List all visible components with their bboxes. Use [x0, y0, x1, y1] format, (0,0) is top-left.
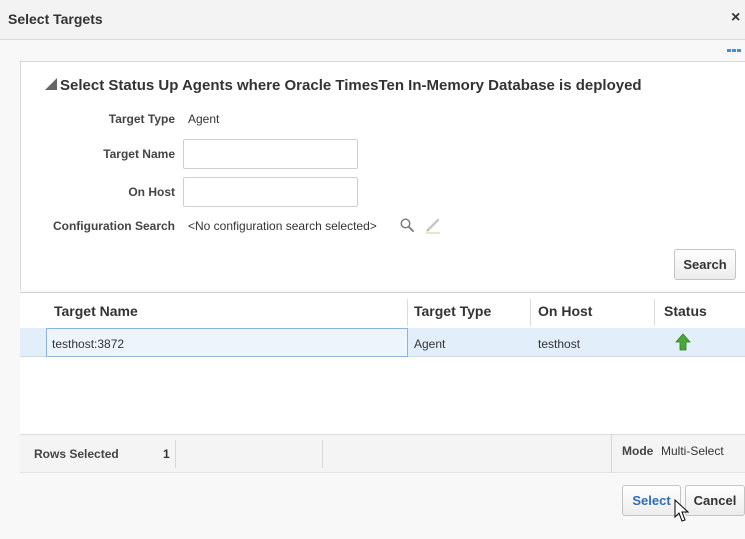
- on-host-label: On Host: [128, 185, 175, 199]
- footer-divider: [175, 440, 176, 468]
- target-type-value: Agent: [188, 112, 220, 126]
- mode-value: Multi-Select: [661, 444, 724, 458]
- rows-selected-label: Rows Selected: [34, 447, 119, 461]
- column-header-status[interactable]: Status: [664, 303, 707, 319]
- select-targets-dialog: Select Targets × Select Status Up Agents…: [0, 0, 745, 539]
- row-on-host: testhost: [538, 337, 581, 351]
- column-header-on-host[interactable]: On Host: [538, 303, 592, 319]
- configuration-search-label: Configuration Search: [52, 219, 175, 233]
- row-target-name: testhost:3872: [52, 337, 125, 351]
- search-panel-heading: Select Status Up Agents where Oracle Tim…: [60, 77, 642, 94]
- column-divider: [654, 299, 655, 326]
- target-name-input[interactable]: [183, 139, 358, 169]
- search-icon[interactable]: [400, 218, 414, 232]
- more-options-icon[interactable]: [727, 49, 745, 55]
- clear-pencil-icon[interactable]: [424, 216, 442, 234]
- row-target-type: Agent: [414, 337, 446, 351]
- mouse-pointer-icon: [674, 499, 690, 522]
- close-icon[interactable]: ×: [731, 9, 740, 27]
- mode-label: Mode: [622, 444, 654, 458]
- column-header-target-type[interactable]: Target Type: [414, 303, 491, 319]
- column-header-target-name[interactable]: Target Name: [54, 303, 138, 319]
- target-type-label: Target Type: [108, 112, 175, 126]
- footer-divider: [322, 440, 323, 468]
- target-name-label: Target Name: [103, 147, 175, 161]
- search-panel: [20, 61, 745, 290]
- dialog-title: Select Targets: [8, 11, 103, 27]
- search-button[interactable]: Search: [674, 249, 736, 280]
- footer-divider: [611, 434, 612, 473]
- select-button[interactable]: Select: [622, 485, 681, 516]
- rows-selected-count: 1: [163, 447, 170, 461]
- status-up-arrow-icon: [675, 333, 691, 351]
- column-divider: [530, 299, 531, 326]
- dialog-title-bar: Select Targets ×: [0, 0, 745, 40]
- cancel-button[interactable]: Cancel: [685, 485, 745, 516]
- configuration-search-value: <No configuration search selected>: [188, 219, 377, 233]
- on-host-input[interactable]: [183, 177, 358, 207]
- collapse-triangle-icon[interactable]: [45, 78, 57, 90]
- column-divider: [407, 299, 408, 326]
